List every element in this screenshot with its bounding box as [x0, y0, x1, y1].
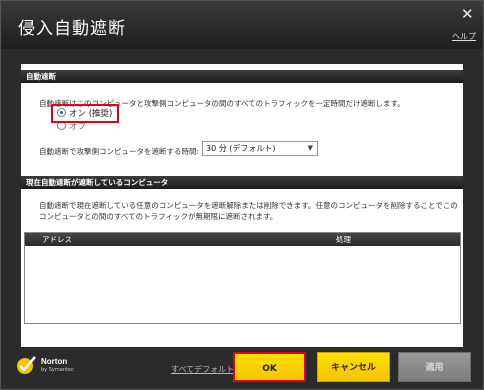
column-address: アドレス [42, 235, 72, 244]
dialog-footer: Norton by Symantec すべてデフォルト OK キャンセル 適用 [1, 347, 483, 389]
norton-brand: Norton [41, 357, 68, 366]
blocked-computers-table[interactable]: アドレス 処理 [24, 232, 461, 324]
dialog-content: 自動遮断 自動遮断はこのコンピュータと攻撃側コンピュータの間のすべてのトラフィッ… [21, 64, 463, 347]
table-header: アドレス 処理 [25, 233, 460, 246]
help-link[interactable]: ヘルプ [452, 31, 476, 42]
duration-label: 自動遮断で攻撃側コンピュータを遮断する時間: [39, 147, 200, 156]
cancel-button[interactable]: キャンセル [317, 352, 390, 382]
close-icon[interactable]: ✕ [461, 5, 474, 23]
radio-off-label: オフ [69, 122, 87, 132]
window-title: 侵入自動遮断 [18, 19, 126, 39]
auto-block-section-header: 自動遮断 [21, 70, 463, 83]
intrusion-auto-block-dialog: 侵入自動遮断 ✕ ヘルプ 自動遮断 自動遮断はこのコンピュータと攻撃側コンピュー… [0, 0, 484, 390]
chevron-down-icon: ▼ [307, 144, 313, 152]
column-action: 処理 [336, 235, 351, 244]
all-defaults-link[interactable]: すべてデフォルト [171, 364, 234, 375]
apply-button[interactable]: 適用 [398, 352, 471, 382]
norton-brand-sub: by Symantec [41, 367, 74, 373]
ok-button[interactable]: OK [233, 352, 306, 382]
duration-value: 30 分 (デフォルト) [206, 144, 276, 153]
highlight-frame [51, 104, 119, 123]
norton-checkmark-icon [17, 356, 36, 374]
blocked-description-line2: コンピュータとの間のすべてのトラフィックが無期限に遮断されます。 [39, 212, 278, 221]
blocked-computers-section-header: 現在自動遮断が遮断しているコンピュータ [21, 176, 463, 189]
title-bar: 侵入自動遮断 ✕ ヘルプ [1, 1, 483, 49]
blocked-description-line1: 自動遮断で現在遮断している任意のコンピュータを遮断解除または削除できます。任意の… [39, 201, 458, 210]
duration-select[interactable]: 30 分 (デフォルト) ▼ [202, 141, 318, 156]
